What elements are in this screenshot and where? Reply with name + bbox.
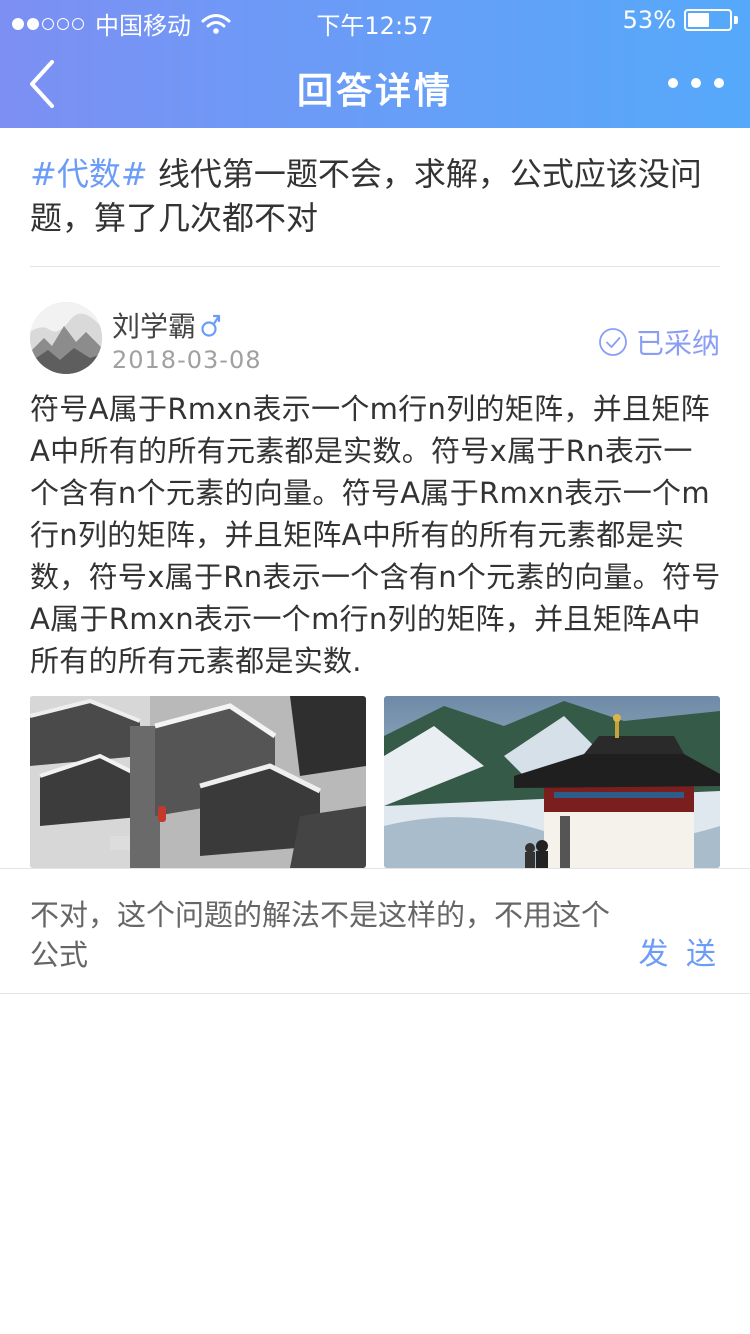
comment-input[interactable]: 不对，这个问题的解法不是这样的，不用这个公式 bbox=[30, 895, 610, 975]
comment-bar: 不对，这个问题的解法不是这样的，不用这个公式 发 送 bbox=[0, 868, 750, 994]
male-icon bbox=[201, 314, 221, 337]
page-title: 回答详情 bbox=[296, 71, 453, 112]
answer-content: 符号A属于Rmxn表示一个m行n列的矩阵，并且矩阵A中所有的所有元素都是实数。符… bbox=[30, 392, 721, 678]
battery-percent: 53% bbox=[622, 6, 676, 34]
send-button[interactable]: 发 送 bbox=[638, 929, 720, 973]
check-circle-icon bbox=[599, 328, 627, 356]
accepted-badge: 已采纳 bbox=[598, 322, 720, 362]
author-name[interactable]: 刘学霸 bbox=[112, 305, 196, 345]
status-bar: 中国移动 下午12:57 53% bbox=[0, 0, 750, 40]
more-horizontal-icon[interactable] bbox=[655, 78, 724, 88]
answer-image[interactable] bbox=[30, 696, 366, 868]
author-line: 刘学霸 bbox=[112, 305, 222, 345]
avatar[interactable] bbox=[30, 302, 102, 374]
header: 中国移动 下午12:57 53% 回答详情 bbox=[0, 0, 750, 128]
battery-tip bbox=[734, 16, 738, 24]
battery-level bbox=[688, 13, 710, 27]
divider bbox=[30, 266, 720, 267]
accepted-label: 已采纳 bbox=[635, 327, 720, 360]
status-right: 53% bbox=[623, 6, 738, 34]
answer-date: 2018-03-08 bbox=[112, 346, 262, 374]
answer-image[interactable] bbox=[384, 696, 720, 868]
question-tag[interactable]: #代数# bbox=[30, 155, 148, 193]
battery-icon bbox=[684, 9, 732, 31]
question-text: #代数# 线代第一题不会，求解，公式应该没问题，算了几次都不对 bbox=[30, 152, 720, 240]
